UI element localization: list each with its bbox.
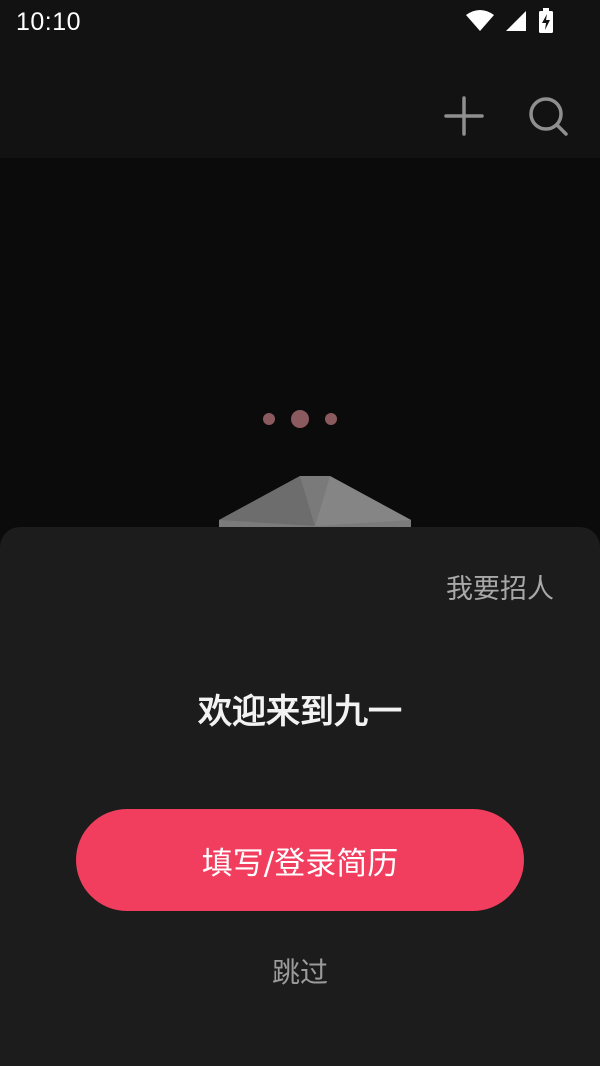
loading-dot bbox=[291, 410, 309, 428]
top-app-bar bbox=[0, 46, 600, 158]
add-button[interactable] bbox=[442, 96, 486, 140]
loading-dot bbox=[263, 413, 275, 425]
loading-dot bbox=[325, 413, 337, 425]
welcome-bottom-sheet: 我要招人 欢迎来到九一 填写/登录简历 跳过 bbox=[0, 527, 600, 1066]
loading-indicator bbox=[0, 410, 600, 428]
skip-button[interactable]: 跳过 bbox=[0, 951, 600, 991]
recruit-link[interactable]: 我要招人 bbox=[446, 567, 554, 606]
wifi-icon bbox=[466, 9, 494, 37]
plus-icon bbox=[444, 96, 484, 140]
search-button[interactable] bbox=[526, 96, 570, 140]
app-screen: 10:10 我要招人 欢迎来到九一 填写/登录简历 跳过 bbox=[0, 0, 600, 1066]
resume-login-button[interactable]: 填写/登录简历 bbox=[76, 809, 524, 911]
battery-charging-icon bbox=[538, 8, 554, 38]
search-icon bbox=[527, 95, 569, 141]
status-icons bbox=[466, 8, 554, 38]
status-time: 10:10 bbox=[16, 8, 82, 36]
envelope-illustration bbox=[205, 470, 425, 534]
status-bar: 10:10 bbox=[0, 0, 600, 46]
signal-icon bbox=[504, 9, 528, 37]
welcome-title: 欢迎来到九一 bbox=[198, 692, 402, 732]
